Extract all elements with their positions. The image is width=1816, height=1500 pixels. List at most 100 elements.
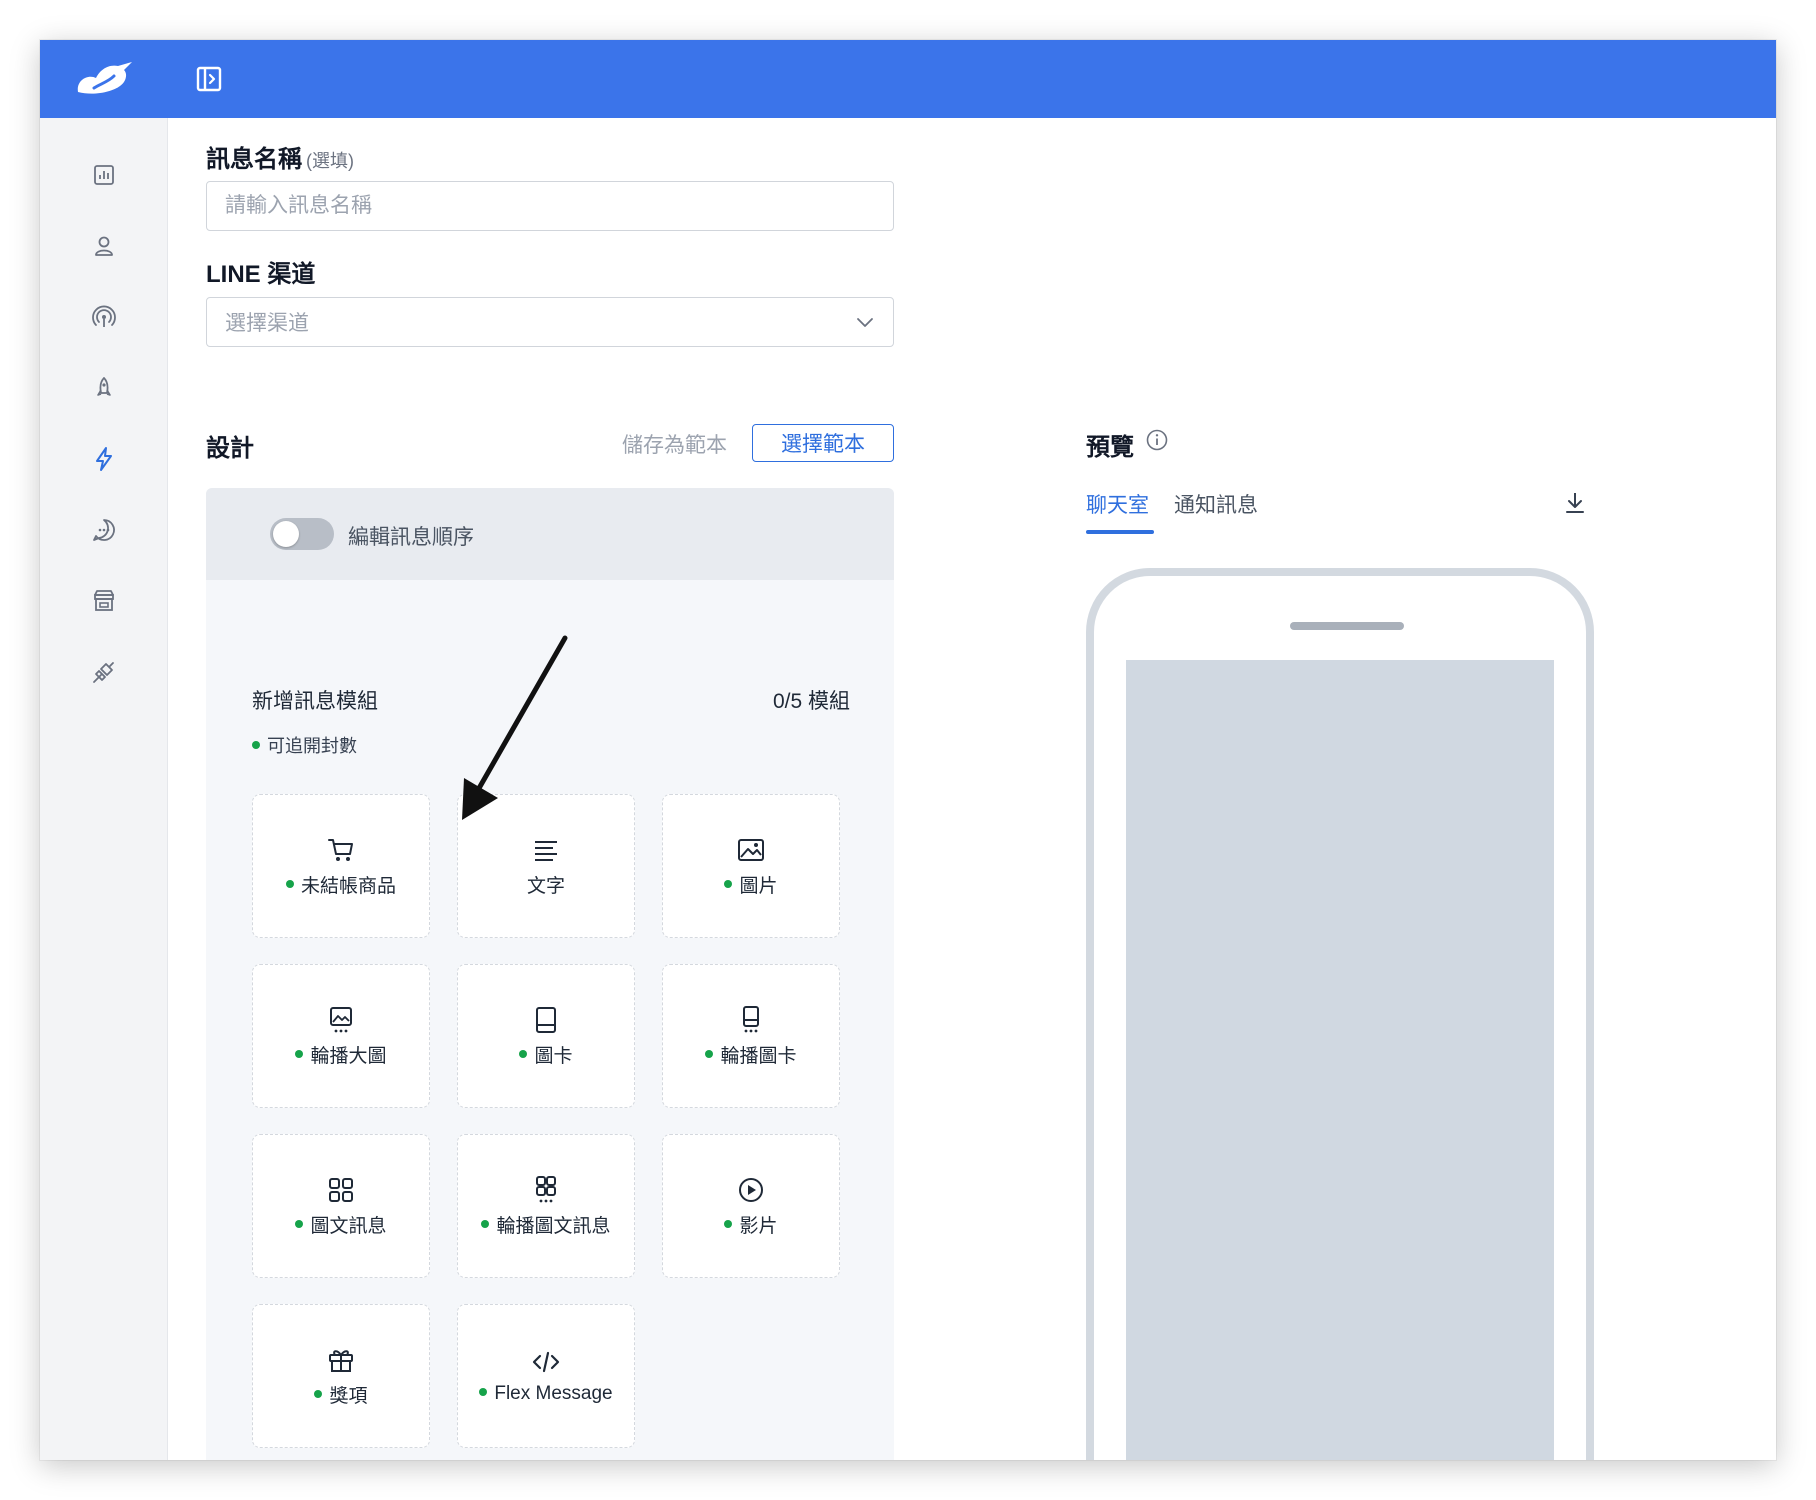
sidebar-item-users[interactable]	[90, 232, 118, 260]
sidebar-item-dashboard[interactable]	[90, 161, 118, 189]
module-carousel-card[interactable]: 輪播圖卡	[662, 964, 840, 1108]
phone-preview-frame	[1086, 568, 1594, 1460]
line-channel-label: LINE 渠道	[206, 261, 316, 288]
trackable-dot	[285, 880, 294, 889]
active-tab-indicator	[1086, 530, 1154, 534]
rocket-icon	[97, 377, 111, 396]
tab-notification[interactable]: 通知訊息	[1174, 489, 1258, 519]
info-icon[interactable]	[1145, 428, 1169, 452]
sidebar	[40, 118, 168, 1460]
module-label: 輪播圖卡	[705, 1041, 797, 1068]
phone-speaker	[1290, 622, 1404, 630]
trackable-dot	[724, 880, 733, 889]
play-icon	[736, 1175, 766, 1205]
trackable-dot	[705, 1050, 714, 1059]
module-count: 0/5 模組	[772, 690, 850, 713]
user-icon	[95, 236, 113, 256]
add-module-title: 新增訊息模組	[252, 690, 378, 713]
module-label: 圖卡	[519, 1041, 573, 1068]
module-label: 未結帳商品	[285, 871, 396, 898]
cart-icon	[326, 835, 356, 865]
module-image[interactable]: 圖片	[662, 794, 840, 938]
trackable-dot	[252, 741, 260, 750]
module-label-text: 輪播圖卡	[720, 1045, 797, 1067]
store-icon	[94, 590, 114, 611]
module-text[interactable]: 文字	[457, 794, 635, 938]
sidebar-item-campaign[interactable]	[90, 374, 118, 402]
message-name-label-text: 訊息名稱	[206, 146, 302, 173]
toggle-knob	[273, 521, 299, 547]
sidebar-item-broadcast[interactable]	[90, 303, 118, 331]
channel-select-placeholder: 選擇渠道	[225, 312, 309, 335]
text-lines-icon	[531, 835, 561, 865]
channel-select[interactable]: 選擇渠道	[206, 297, 894, 347]
module-label-text: 圖片	[739, 875, 778, 897]
sidebar-item-automation[interactable]	[90, 445, 118, 473]
trackable-dot	[295, 1220, 304, 1229]
preview-title: 預覽	[1086, 434, 1134, 461]
module-video[interactable]: 影片	[662, 1134, 840, 1278]
app-window: 訊息名稱(選填) LINE 渠道 選擇渠道 設計 儲存為範本 選擇範本 編輯訊息…	[40, 40, 1776, 1460]
module-label: 輪播圖文訊息	[481, 1211, 611, 1238]
trackable-dot	[314, 1390, 323, 1399]
module-label: 獎項	[314, 1381, 368, 1408]
card-icon	[531, 1005, 561, 1035]
dashboard-icon	[94, 165, 114, 185]
module-label-text: 文字	[526, 875, 565, 897]
download-icon[interactable]	[1562, 490, 1588, 516]
module-label-text: 未結帳商品	[300, 875, 396, 897]
module-carousel-imagemap[interactable]: 輪播圖文訊息	[457, 1134, 635, 1278]
grid-icon	[326, 1175, 356, 1205]
carousel-grid-icon	[531, 1175, 561, 1205]
tab-chatroom[interactable]: 聊天室	[1086, 489, 1149, 519]
plug-icon	[93, 662, 114, 683]
message-name-label: 訊息名稱 (選填)	[206, 139, 354, 174]
sidebar-toggle-icon[interactable]	[195, 65, 223, 93]
module-label: 影片	[724, 1211, 778, 1238]
trackable-dot	[481, 1220, 490, 1229]
edit-order-toggle[interactable]	[270, 518, 334, 550]
trackable-dot	[479, 1387, 488, 1396]
module-imagemap[interactable]: 圖文訊息	[252, 1134, 430, 1278]
module-carousel-image[interactable]: 輪播大圖	[252, 964, 430, 1108]
module-abandoned-cart[interactable]: 未結帳商品	[252, 794, 430, 938]
sidebar-item-integration[interactable]	[90, 658, 118, 686]
module-label: 輪播大圖	[295, 1041, 387, 1068]
message-name-input[interactable]	[206, 181, 894, 231]
phone-screen	[1126, 660, 1554, 1460]
edit-order-label: 編輯訊息順序	[348, 526, 474, 549]
design-panel: 編輯訊息順序 新增訊息模組 0/5 模組 可追開封數 未結帳商品 文字 圖片 輪…	[206, 488, 894, 1460]
chevron-down-icon	[857, 318, 873, 327]
optional-hint: (選填)	[306, 151, 354, 171]
trackable-dot	[519, 1050, 528, 1059]
module-flex-message[interactable]: Flex Message	[457, 1304, 635, 1448]
sidebar-item-messages[interactable]	[90, 516, 118, 544]
save-as-template-button[interactable]: 儲存為範本	[622, 429, 727, 459]
carousel-card-icon	[736, 1005, 766, 1035]
module-label: Flex Message	[479, 1383, 613, 1405]
module-label-text: 圖卡	[534, 1045, 573, 1067]
module-label: 圖片	[724, 871, 778, 898]
panel-header: 編輯訊息順序	[206, 488, 894, 580]
lightning-icon	[96, 447, 112, 471]
carousel-image-icon	[326, 1005, 356, 1035]
brand-logo[interactable]	[74, 58, 134, 98]
sidebar-item-store[interactable]	[90, 587, 118, 615]
design-title: 設計	[206, 435, 254, 462]
module-label-text: 影片	[739, 1215, 778, 1237]
choose-template-button[interactable]: 選擇範本	[752, 424, 894, 462]
gift-icon	[326, 1345, 356, 1375]
trackable-legend-text: 可追開封數	[267, 736, 357, 756]
module-card[interactable]: 圖卡	[457, 964, 635, 1108]
module-label-text: 輪播圖文訊息	[496, 1215, 611, 1237]
trackable-legend: 可追開封數	[252, 732, 357, 758]
broadcast-icon	[92, 305, 116, 327]
module-prize[interactable]: 獎項	[252, 1304, 430, 1448]
module-label-text: Flex Message	[494, 1383, 613, 1404]
module-label: 文字	[527, 871, 565, 898]
module-label-text: 獎項	[329, 1385, 368, 1407]
image-icon	[736, 835, 766, 865]
top-bar	[40, 40, 1776, 118]
chat-icon	[93, 519, 115, 541]
trackable-dot	[295, 1050, 304, 1059]
